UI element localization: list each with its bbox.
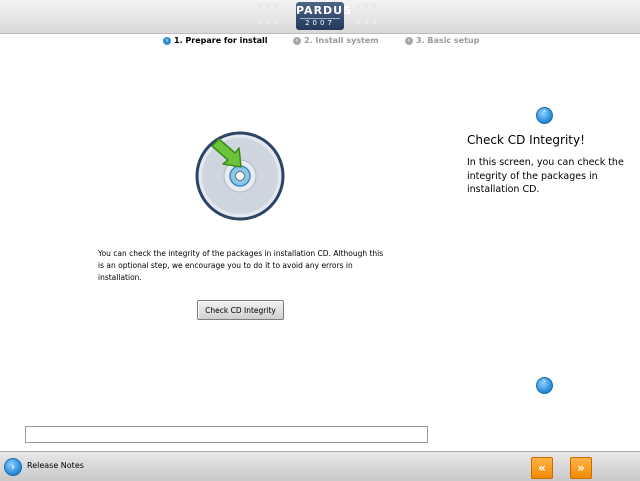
help-scroll-up-button[interactable]: ˄ — [536, 107, 553, 124]
double-chevron-left-icon: « — [538, 461, 546, 475]
double-chevron-right-icon: » — [577, 461, 585, 475]
step-prepare: › 1. Prepare for install — [163, 36, 268, 45]
description-text: You can check the integrity of the packa… — [98, 249, 384, 282]
logo-version: 2007 — [300, 18, 340, 28]
cd-with-arrow-icon — [195, 131, 285, 221]
step-label: 1. Prepare for install — [174, 36, 268, 45]
back-button[interactable]: « — [531, 457, 553, 479]
step-inactive-icon: › — [405, 36, 413, 45]
header-bar: PARDUS 2007 — [0, 0, 640, 34]
step-label: 2. Install system — [304, 36, 379, 45]
chevron-up-icon: ˄ — [542, 110, 547, 120]
step-basic-setup: › 3. Basic setup — [405, 36, 479, 45]
decorative-dots-right — [356, 3, 377, 24]
chevron-right-icon: › — [11, 461, 15, 473]
next-button[interactable]: » — [570, 457, 592, 479]
step-label: 3. Basic setup — [416, 36, 480, 45]
step-inactive-icon: › — [293, 36, 301, 45]
footer-bar: › Release Notes « » — [0, 451, 640, 481]
progress-box — [25, 426, 428, 443]
step-install-system: › 2. Install system — [293, 36, 379, 45]
pardus-logo: PARDUS 2007 — [296, 2, 353, 30]
help-title: Check CD Integrity! — [467, 133, 585, 147]
step-active-icon: › — [163, 36, 171, 45]
logo-text: PARDUS — [296, 4, 353, 17]
help-scroll-down-button[interactable]: ˅ — [536, 377, 553, 394]
check-cd-integrity-button[interactable]: Check CD Integrity — [197, 300, 284, 320]
chevron-down-icon: ˅ — [542, 380, 547, 390]
step-indicator: › 1. Prepare for install › 2. Install sy… — [0, 36, 640, 50]
help-body: In this screen, you can check the integr… — [467, 157, 624, 195]
release-notes-button[interactable]: › — [4, 458, 22, 476]
release-notes-label[interactable]: Release Notes — [27, 461, 84, 470]
decorative-dots-left — [258, 3, 279, 24]
